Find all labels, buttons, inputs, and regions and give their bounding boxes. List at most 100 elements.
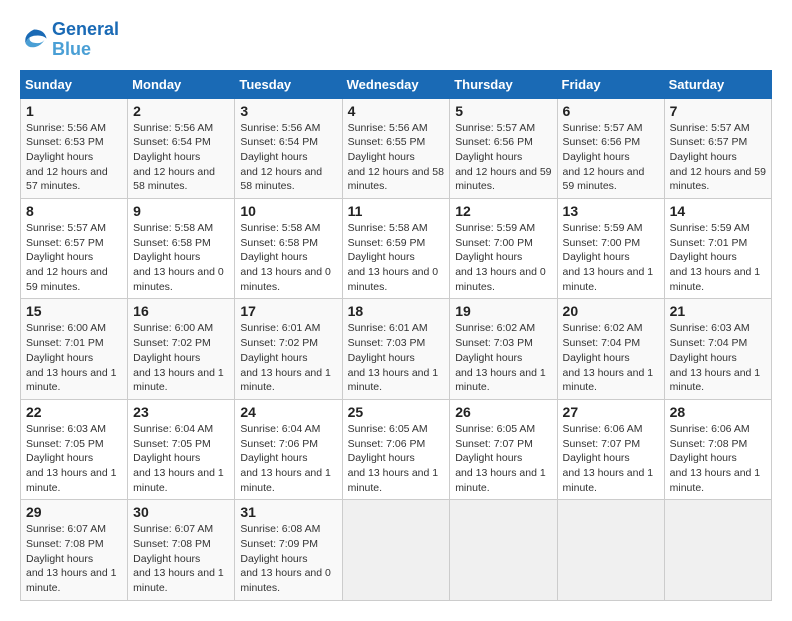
day-number: 17 bbox=[240, 303, 336, 319]
calendar-cell: 2 Sunrise: 5:56 AM Sunset: 6:54 PM Dayli… bbox=[128, 98, 235, 198]
day-number: 6 bbox=[563, 103, 659, 119]
calendar-cell: 22 Sunrise: 6:03 AM Sunset: 7:05 PM Dayl… bbox=[21, 399, 128, 499]
calendar-cell: 31 Sunrise: 6:08 AM Sunset: 7:09 PM Dayl… bbox=[235, 500, 342, 600]
day-number: 28 bbox=[670, 404, 766, 420]
calendar-cell: 16 Sunrise: 6:00 AM Sunset: 7:02 PM Dayl… bbox=[128, 299, 235, 399]
day-number: 21 bbox=[670, 303, 766, 319]
day-detail: Sunrise: 6:01 AM Sunset: 7:03 PM Dayligh… bbox=[348, 321, 445, 394]
calendar-cell: 20 Sunrise: 6:02 AM Sunset: 7:04 PM Dayl… bbox=[557, 299, 664, 399]
day-detail: Sunrise: 6:00 AM Sunset: 7:01 PM Dayligh… bbox=[26, 321, 122, 394]
calendar-cell: 14 Sunrise: 5:59 AM Sunset: 7:01 PM Dayl… bbox=[664, 199, 771, 299]
calendar-cell: 4 Sunrise: 5:56 AM Sunset: 6:55 PM Dayli… bbox=[342, 98, 450, 198]
day-number: 14 bbox=[670, 203, 766, 219]
col-thursday: Thursday bbox=[450, 70, 557, 98]
logo-icon bbox=[20, 26, 48, 54]
day-number: 8 bbox=[26, 203, 122, 219]
day-number: 22 bbox=[26, 404, 122, 420]
calendar-cell: 23 Sunrise: 6:04 AM Sunset: 7:05 PM Dayl… bbox=[128, 399, 235, 499]
day-number: 19 bbox=[455, 303, 551, 319]
calendar-cell: 9 Sunrise: 5:58 AM Sunset: 6:58 PM Dayli… bbox=[128, 199, 235, 299]
calendar-week-row: 1 Sunrise: 5:56 AM Sunset: 6:53 PM Dayli… bbox=[21, 98, 772, 198]
calendar-cell: 13 Sunrise: 5:59 AM Sunset: 7:00 PM Dayl… bbox=[557, 199, 664, 299]
day-number: 25 bbox=[348, 404, 445, 420]
day-detail: Sunrise: 5:58 AM Sunset: 6:58 PM Dayligh… bbox=[240, 221, 336, 294]
day-detail: Sunrise: 6:07 AM Sunset: 7:08 PM Dayligh… bbox=[26, 522, 122, 595]
day-number: 11 bbox=[348, 203, 445, 219]
day-detail: Sunrise: 6:04 AM Sunset: 7:05 PM Dayligh… bbox=[133, 422, 229, 495]
calendar-cell: 21 Sunrise: 6:03 AM Sunset: 7:04 PM Dayl… bbox=[664, 299, 771, 399]
day-detail: Sunrise: 5:56 AM Sunset: 6:54 PM Dayligh… bbox=[240, 121, 336, 194]
day-detail: Sunrise: 5:59 AM Sunset: 7:00 PM Dayligh… bbox=[563, 221, 659, 294]
day-number: 9 bbox=[133, 203, 229, 219]
day-number: 20 bbox=[563, 303, 659, 319]
calendar-cell: 26 Sunrise: 6:05 AM Sunset: 7:07 PM Dayl… bbox=[450, 399, 557, 499]
day-detail: Sunrise: 5:56 AM Sunset: 6:55 PM Dayligh… bbox=[348, 121, 445, 194]
day-detail: Sunrise: 6:03 AM Sunset: 7:05 PM Dayligh… bbox=[26, 422, 122, 495]
col-saturday: Saturday bbox=[664, 70, 771, 98]
day-detail: Sunrise: 5:57 AM Sunset: 6:57 PM Dayligh… bbox=[670, 121, 766, 194]
col-friday: Friday bbox=[557, 70, 664, 98]
day-detail: Sunrise: 6:08 AM Sunset: 7:09 PM Dayligh… bbox=[240, 522, 336, 595]
page-header: General Blue bbox=[20, 20, 772, 60]
day-detail: Sunrise: 5:59 AM Sunset: 7:00 PM Dayligh… bbox=[455, 221, 551, 294]
day-detail: Sunrise: 6:07 AM Sunset: 7:08 PM Dayligh… bbox=[133, 522, 229, 595]
day-number: 15 bbox=[26, 303, 122, 319]
calendar-cell bbox=[342, 500, 450, 600]
day-detail: Sunrise: 6:04 AM Sunset: 7:06 PM Dayligh… bbox=[240, 422, 336, 495]
day-detail: Sunrise: 6:05 AM Sunset: 7:07 PM Dayligh… bbox=[455, 422, 551, 495]
day-detail: Sunrise: 6:05 AM Sunset: 7:06 PM Dayligh… bbox=[348, 422, 445, 495]
day-number: 1 bbox=[26, 103, 122, 119]
day-detail: Sunrise: 6:01 AM Sunset: 7:02 PM Dayligh… bbox=[240, 321, 336, 394]
col-sunday: Sunday bbox=[21, 70, 128, 98]
logo-text: General Blue bbox=[52, 20, 119, 60]
calendar-cell: 24 Sunrise: 6:04 AM Sunset: 7:06 PM Dayl… bbox=[235, 399, 342, 499]
calendar-cell bbox=[557, 500, 664, 600]
col-monday: Monday bbox=[128, 70, 235, 98]
calendar-week-row: 15 Sunrise: 6:00 AM Sunset: 7:01 PM Dayl… bbox=[21, 299, 772, 399]
calendar-cell bbox=[664, 500, 771, 600]
day-detail: Sunrise: 5:56 AM Sunset: 6:53 PM Dayligh… bbox=[26, 121, 122, 194]
calendar-cell: 6 Sunrise: 5:57 AM Sunset: 6:56 PM Dayli… bbox=[557, 98, 664, 198]
day-detail: Sunrise: 5:58 AM Sunset: 6:58 PM Dayligh… bbox=[133, 221, 229, 294]
logo: General Blue bbox=[20, 20, 119, 60]
day-detail: Sunrise: 5:58 AM Sunset: 6:59 PM Dayligh… bbox=[348, 221, 445, 294]
calendar-cell: 3 Sunrise: 5:56 AM Sunset: 6:54 PM Dayli… bbox=[235, 98, 342, 198]
day-number: 16 bbox=[133, 303, 229, 319]
calendar-cell: 30 Sunrise: 6:07 AM Sunset: 7:08 PM Dayl… bbox=[128, 500, 235, 600]
calendar-cell: 18 Sunrise: 6:01 AM Sunset: 7:03 PM Dayl… bbox=[342, 299, 450, 399]
calendar-cell: 19 Sunrise: 6:02 AM Sunset: 7:03 PM Dayl… bbox=[450, 299, 557, 399]
day-number: 13 bbox=[563, 203, 659, 219]
calendar-cell: 25 Sunrise: 6:05 AM Sunset: 7:06 PM Dayl… bbox=[342, 399, 450, 499]
calendar-table: Sunday Monday Tuesday Wednesday Thursday… bbox=[20, 70, 772, 601]
day-detail: Sunrise: 6:06 AM Sunset: 7:07 PM Dayligh… bbox=[563, 422, 659, 495]
calendar-cell: 5 Sunrise: 5:57 AM Sunset: 6:56 PM Dayli… bbox=[450, 98, 557, 198]
day-detail: Sunrise: 6:03 AM Sunset: 7:04 PM Dayligh… bbox=[670, 321, 766, 394]
day-number: 3 bbox=[240, 103, 336, 119]
calendar-cell: 29 Sunrise: 6:07 AM Sunset: 7:08 PM Dayl… bbox=[21, 500, 128, 600]
calendar-cell: 27 Sunrise: 6:06 AM Sunset: 7:07 PM Dayl… bbox=[557, 399, 664, 499]
day-detail: Sunrise: 5:57 AM Sunset: 6:56 PM Dayligh… bbox=[563, 121, 659, 194]
day-number: 4 bbox=[348, 103, 445, 119]
calendar-cell: 12 Sunrise: 5:59 AM Sunset: 7:00 PM Dayl… bbox=[450, 199, 557, 299]
day-number: 29 bbox=[26, 504, 122, 520]
calendar-cell: 15 Sunrise: 6:00 AM Sunset: 7:01 PM Dayl… bbox=[21, 299, 128, 399]
day-detail: Sunrise: 6:02 AM Sunset: 7:03 PM Dayligh… bbox=[455, 321, 551, 394]
day-number: 23 bbox=[133, 404, 229, 420]
day-number: 30 bbox=[133, 504, 229, 520]
day-number: 12 bbox=[455, 203, 551, 219]
day-detail: Sunrise: 6:00 AM Sunset: 7:02 PM Dayligh… bbox=[133, 321, 229, 394]
calendar-cell: 10 Sunrise: 5:58 AM Sunset: 6:58 PM Dayl… bbox=[235, 199, 342, 299]
calendar-cell: 28 Sunrise: 6:06 AM Sunset: 7:08 PM Dayl… bbox=[664, 399, 771, 499]
calendar-cell: 17 Sunrise: 6:01 AM Sunset: 7:02 PM Dayl… bbox=[235, 299, 342, 399]
day-detail: Sunrise: 5:59 AM Sunset: 7:01 PM Dayligh… bbox=[670, 221, 766, 294]
header-row: Sunday Monday Tuesday Wednesday Thursday… bbox=[21, 70, 772, 98]
day-detail: Sunrise: 5:57 AM Sunset: 6:57 PM Dayligh… bbox=[26, 221, 122, 294]
calendar-cell: 11 Sunrise: 5:58 AM Sunset: 6:59 PM Dayl… bbox=[342, 199, 450, 299]
calendar-cell: 1 Sunrise: 5:56 AM Sunset: 6:53 PM Dayli… bbox=[21, 98, 128, 198]
day-detail: Sunrise: 5:56 AM Sunset: 6:54 PM Dayligh… bbox=[133, 121, 229, 194]
col-tuesday: Tuesday bbox=[235, 70, 342, 98]
calendar-cell bbox=[450, 500, 557, 600]
calendar-week-row: 29 Sunrise: 6:07 AM Sunset: 7:08 PM Dayl… bbox=[21, 500, 772, 600]
calendar-cell: 8 Sunrise: 5:57 AM Sunset: 6:57 PM Dayli… bbox=[21, 199, 128, 299]
day-number: 18 bbox=[348, 303, 445, 319]
